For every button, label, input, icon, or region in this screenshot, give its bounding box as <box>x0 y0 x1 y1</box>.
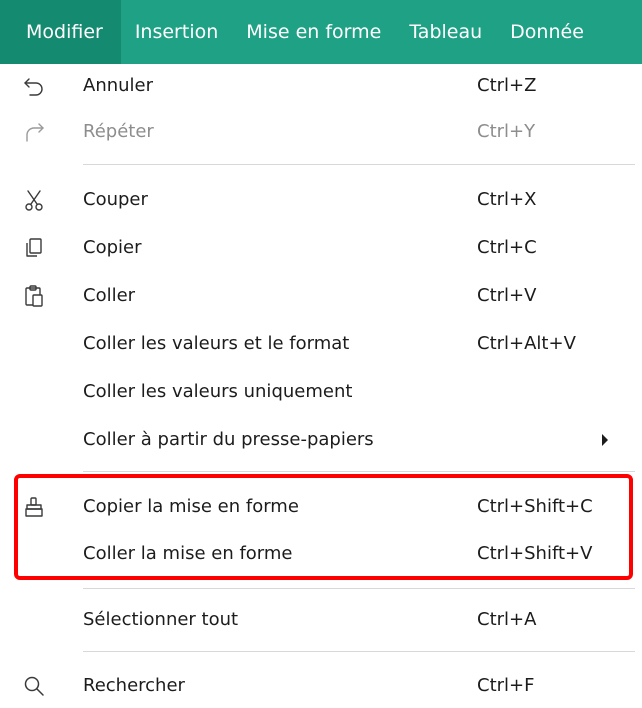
menu-item-shortcut: Ctrl+C <box>477 237 537 258</box>
menu-item-coller-valeurs-format[interactable]: Coller les valeurs et le format Ctrl+Alt… <box>0 324 642 364</box>
menu-separator <box>83 588 635 589</box>
menu-item-label: Répéter <box>83 121 154 142</box>
menu-item-shortcut: Ctrl+Y <box>477 121 536 142</box>
menu-separator <box>83 471 635 472</box>
menu-item-label: Coller les valeurs uniquement <box>83 381 353 402</box>
menu-item-coller-presse-papiers[interactable]: Coller à partir du presse-papiers <box>0 420 642 460</box>
menu-item-repeter[interactable]: Répéter Ctrl+Y <box>0 112 642 152</box>
menu-donnees[interactable]: Donnée <box>496 0 598 64</box>
menu-item-label: Coller les valeurs et le format <box>83 333 350 354</box>
highlight-box <box>14 474 633 580</box>
menu-item-label: Couper <box>83 189 148 210</box>
copy-icon <box>22 236 46 260</box>
menu-item-couper[interactable]: Couper Ctrl+X <box>0 180 642 220</box>
menu-item-shortcut: Ctrl+Z <box>477 75 537 96</box>
menu-item-label: Sélectionner tout <box>83 609 239 630</box>
cut-icon <box>22 188 46 212</box>
menu-item-label: Annuler <box>83 75 154 96</box>
menu-item-shortcut: Ctrl+F <box>477 675 535 696</box>
menu-item-label: Copier <box>83 237 142 258</box>
menu-item-shortcut: Ctrl+X <box>477 189 537 210</box>
menu-separator <box>83 164 635 165</box>
menu-item-shortcut: Ctrl+V <box>477 285 537 306</box>
menu-insertion[interactable]: Insertion <box>121 0 232 64</box>
undo-icon <box>22 74 46 98</box>
menu-item-coller-valeurs-uniquement[interactable]: Coller les valeurs uniquement <box>0 372 642 412</box>
menu-modifier[interactable]: Modifier <box>0 0 121 64</box>
menu-bar: Modifier Insertion Mise en forme Tableau… <box>0 0 642 64</box>
menu-separator <box>83 651 635 652</box>
menu-item-annuler[interactable]: Annuler Ctrl+Z <box>0 66 642 106</box>
menu-item-selectionner-tout[interactable]: Sélectionner tout Ctrl+A <box>0 600 642 640</box>
menu-item-rechercher[interactable]: Rechercher Ctrl+F <box>0 666 642 706</box>
search-icon <box>22 674 46 698</box>
menu-item-label: Rechercher <box>83 675 185 696</box>
redo-icon <box>22 120 46 144</box>
submenu-arrow-icon <box>602 434 608 446</box>
menu-mise-en-forme[interactable]: Mise en forme <box>232 0 395 64</box>
menu-item-label: Coller à partir du presse-papiers <box>83 429 374 450</box>
menu-item-shortcut: Ctrl+Alt+V <box>477 333 576 354</box>
menu-tableau[interactable]: Tableau <box>395 0 496 64</box>
menu-item-label: Coller <box>83 285 136 306</box>
menu-item-coller[interactable]: Coller Ctrl+V <box>0 276 642 316</box>
menu-item-shortcut: Ctrl+A <box>477 609 537 630</box>
paste-icon <box>22 284 46 308</box>
menu-item-copier[interactable]: Copier Ctrl+C <box>0 228 642 268</box>
